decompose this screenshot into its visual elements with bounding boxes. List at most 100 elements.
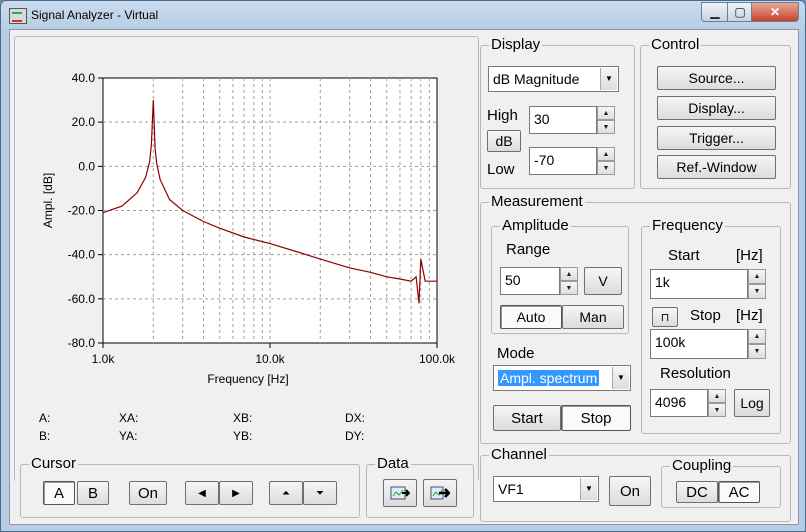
freq-stop-unit: [Hz] [736,307,763,324]
spin-down-icon[interactable]: ▼ [748,344,766,359]
cursor-a-button[interactable]: A [43,481,75,505]
arrow-right-icon: ▶ [232,487,240,499]
chevron-down-icon[interactable]: ▼ [612,367,629,389]
high-label: High [487,107,518,124]
start-button[interactable]: Start [493,405,561,431]
export-data-icon [430,486,450,500]
readout-dx: DX: [345,411,366,425]
app-icon[interactable] [9,8,27,24]
stop-button[interactable]: Stop [561,405,631,431]
measurement-mode-value: Ampl. spectrum [498,370,600,386]
title-bar[interactable]: Signal Analyzer - Virtual ▁ ▢ ✕ [1,1,805,29]
resolution-input[interactable]: 4096 [650,389,708,417]
cursor-right-button[interactable]: ▶ [219,481,253,505]
log-button[interactable]: Log [734,389,770,417]
freq-start-input[interactable]: 1k [650,269,748,299]
freq-start-spinner[interactable]: ▲ ▼ [748,269,766,299]
cursor-down-button[interactable]: ⏷ [303,481,337,505]
low-input[interactable]: -70 [529,147,597,175]
cursor-legend: Cursor [29,455,79,473]
channel-select[interactable]: VF1 ▼ [493,476,599,502]
maximize-icon: ▢ [734,5,746,19]
freq-stop-spinner[interactable]: ▲ ▼ [748,329,766,359]
auto-range-button[interactable]: Auto [500,305,562,329]
frequency-legend: Frequency [650,217,725,235]
minimize-icon: ▁ [710,5,720,19]
spin-down-icon[interactable]: ▼ [597,161,615,175]
coupling-group: Coupling DC AC [661,457,781,508]
chevron-down-icon[interactable]: ▼ [580,478,597,500]
display-mode-value: dB Magnitude [493,71,580,87]
high-spinner[interactable]: ▲ ▼ [597,106,615,134]
export-data-button[interactable] [423,479,457,507]
low-label: Low [487,161,515,178]
y-tick-label: 20.0 [72,115,96,129]
readout-b: B: [39,429,51,443]
freq-stop-label: Stop [690,307,721,324]
resolution-spinner[interactable]: ▲ ▼ [708,389,726,417]
x-tick-label: 10.0k [255,352,285,366]
low-spinner[interactable]: ▲ ▼ [597,147,615,175]
y-tick-label: -20.0 [68,204,96,218]
app-window: Signal Analyzer - Virtual ▁ ▢ ✕ 40.0 20.0… [0,0,806,532]
window-title: Signal Analyzer - Virtual [31,8,159,22]
range-spinner[interactable]: ▲ ▼ [560,267,578,295]
amplitude-legend: Amplitude [500,217,571,235]
volt-unit-button[interactable]: V [584,267,622,295]
readout-xa: XA: [119,411,139,425]
spin-up-icon[interactable]: ▲ [597,106,615,120]
chevron-down-icon[interactable]: ▼ [600,68,617,90]
import-data-button[interactable] [383,479,417,507]
display-group: Display dB Magnitude ▼ High 30 ▲ ▼ dB Low… [480,36,635,189]
freq-stop-input[interactable]: 100k [650,329,748,359]
y-axis-label: Ampl. [dB] [41,173,55,228]
spin-up-icon[interactable]: ▲ [560,267,578,281]
measurement-mode-select[interactable]: Ampl. spectrum ▼ [493,365,631,391]
db-unit-button[interactable]: dB [487,130,521,152]
x-tick-label: 100.0k [419,352,456,366]
freq-start-unit: [Hz] [736,247,763,264]
cursor-left-button[interactable]: ◀ [185,481,219,505]
channel-group: Channel VF1 ▼ On Coupling DC AC [480,446,791,522]
display-mode-select[interactable]: dB Magnitude ▼ [488,66,619,92]
link-button[interactable]: ⊓ [652,307,678,327]
minimize-button[interactable]: ▁ [701,2,729,22]
spin-down-icon[interactable]: ▼ [597,120,615,134]
close-button[interactable]: ✕ [751,2,799,22]
y-tick-label: -60.0 [68,292,96,306]
ref-window-button[interactable]: Ref.-Window [657,155,776,179]
spin-up-icon[interactable]: ▲ [597,147,615,161]
plot-panel: 40.0 20.0 0.0 -20.0 -40.0 -60.0 -80.0 1.0k 10.0k… [14,36,479,481]
y-tick-label: -40.0 [68,248,96,262]
cursor-up-button[interactable]: ⏶ [269,481,303,505]
frequency-group: Frequency Start [Hz] 1k ▲ ▼ ⊓ Stop [Hz] 1… [641,217,781,434]
maximize-button[interactable]: ▢ [727,2,753,22]
x-tick-label: 1.0k [92,352,116,366]
range-input[interactable]: 50 [500,267,560,295]
dc-coupling-button[interactable]: DC [676,481,718,503]
channel-value: VF1 [498,481,524,497]
manual-range-button[interactable]: Man [562,305,624,329]
ac-coupling-button[interactable]: AC [718,481,760,503]
arrow-down-icon: ⏷ [316,487,324,499]
cursor-on-button[interactable]: On [129,481,167,505]
x-axis-label: Frequency [Hz] [207,372,288,386]
spin-up-icon[interactable]: ▲ [708,389,726,403]
control-legend: Control [649,36,702,54]
import-data-icon [390,486,410,500]
spin-up-icon[interactable]: ▲ [748,269,766,284]
spin-down-icon[interactable]: ▼ [560,281,578,295]
cursor-b-button[interactable]: B [77,481,109,505]
channel-on-button[interactable]: On [609,476,651,506]
display-legend: Display [489,36,543,54]
display-settings-button[interactable]: Display... [657,96,776,120]
high-input[interactable]: 30 [529,106,597,134]
source-button[interactable]: Source... [657,66,776,90]
spin-up-icon[interactable]: ▲ [748,329,766,344]
trigger-button[interactable]: Trigger... [657,126,776,150]
control-group: Control Source... Display... Trigger... … [640,36,791,189]
channel-legend: Channel [489,446,549,464]
measurement-group: Measurement Amplitude Range 50 ▲ ▼ V Auto… [480,193,791,444]
spin-down-icon[interactable]: ▼ [708,403,726,417]
spin-down-icon[interactable]: ▼ [748,284,766,299]
